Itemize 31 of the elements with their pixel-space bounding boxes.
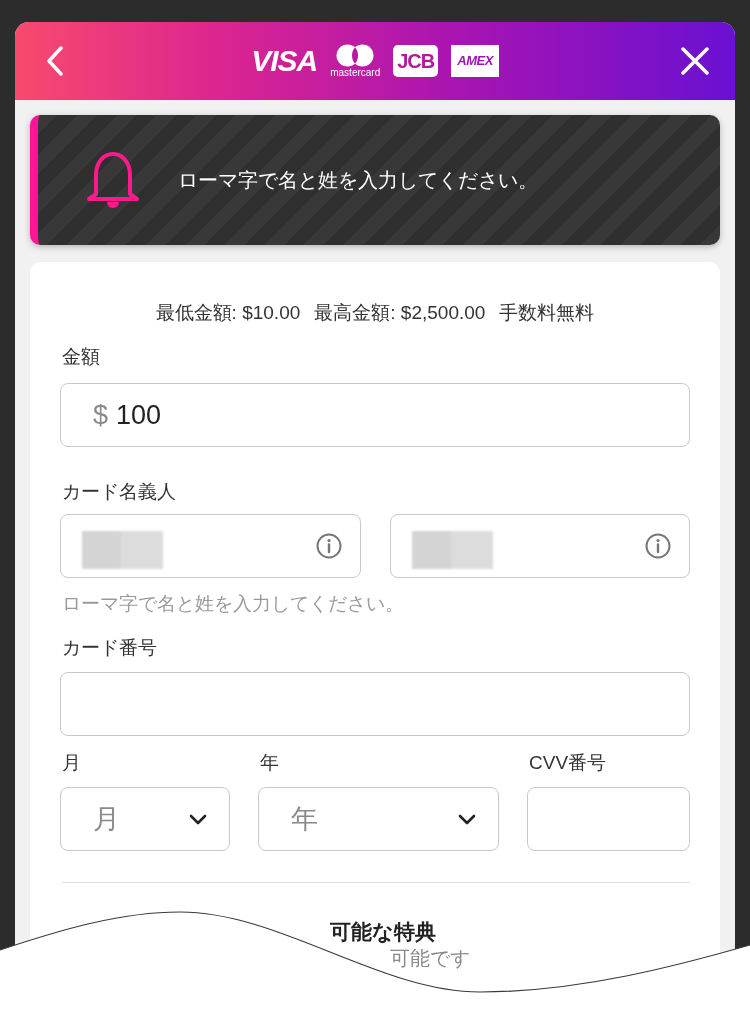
chevron-down-icon [189, 813, 207, 825]
min-amount-text: 最低金額: $10.00 [155, 301, 301, 325]
jcb-logo: JCB [393, 45, 439, 77]
field-label: 年 [260, 751, 279, 775]
bell-icon [85, 149, 141, 211]
name-input-field[interactable] [389, 514, 690, 578]
field-label: カード番号 [62, 636, 157, 660]
cvv-field[interactable] [527, 787, 690, 851]
close-icon [681, 47, 709, 75]
fee-text: 手数料無料 [499, 301, 595, 325]
mastercard-logo: mastercard [330, 44, 381, 78]
field-label: 金額 [62, 345, 100, 369]
chevron-left-icon [46, 46, 64, 76]
visa-logo: VISA [251, 45, 318, 77]
month-select[interactable]: 月 [60, 787, 230, 851]
info-icon[interactable] [645, 533, 671, 559]
card-number-field[interactable] [60, 672, 690, 736]
year-select[interactable]: 年 [258, 787, 499, 851]
notice-message: ローマ字で名と姓を入力してください。 [178, 168, 538, 193]
hint-text: ローマ字で名と姓を入力してください。 [62, 592, 404, 616]
max-amount-text: 最高金額: $2,500.00 [314, 301, 486, 325]
name-input-field[interactable] [60, 514, 361, 578]
chevron-down-icon [458, 813, 476, 825]
field-label: カード名義人 [62, 480, 176, 504]
field-label: 月 [62, 751, 81, 775]
info-icon[interactable] [315, 533, 342, 559]
amex-logo: AMEX [451, 45, 499, 77]
section-title: 可能な特典 [330, 920, 436, 944]
field-label: CVV番号 [529, 751, 607, 775]
amount-field[interactable]: $ 100 [60, 383, 690, 447]
section-subtitle: 可能です [390, 946, 470, 970]
